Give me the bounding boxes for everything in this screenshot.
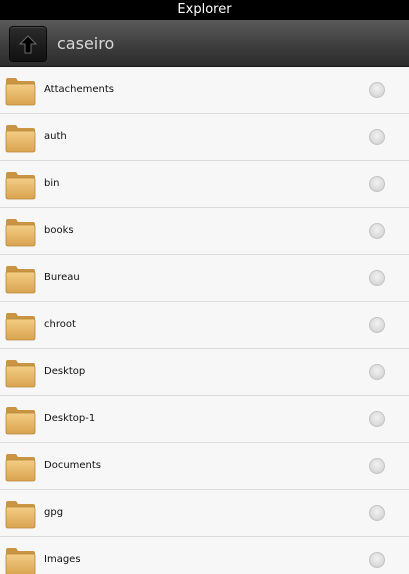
file-name: books — [44, 225, 74, 236]
file-list-item[interactable]: chroot — [0, 302, 409, 349]
file-list-item[interactable]: bin — [0, 161, 409, 208]
file-name: chroot — [44, 319, 76, 330]
file-name: auth — [44, 131, 67, 142]
file-list-item[interactable]: books — [0, 208, 409, 255]
file-name: Desktop — [44, 366, 86, 377]
path-bar: caseiro — [0, 20, 409, 67]
select-radio[interactable] — [369, 176, 385, 192]
select-radio[interactable] — [369, 129, 385, 145]
file-name: Attachements — [44, 84, 114, 95]
app-title-bar: Explorer — [0, 0, 409, 20]
current-folder-label: caseiro — [57, 34, 115, 53]
folder-icon — [5, 548, 36, 574]
file-list-item[interactable]: gpg — [0, 490, 409, 537]
file-list-item[interactable]: auth — [0, 114, 409, 161]
select-radio[interactable] — [369, 364, 385, 380]
folder-icon — [5, 360, 36, 388]
select-radio[interactable] — [369, 223, 385, 239]
select-radio[interactable] — [369, 552, 385, 568]
up-directory-button[interactable] — [9, 26, 47, 62]
select-radio[interactable] — [369, 317, 385, 333]
file-list-item[interactable]: Attachements — [0, 67, 409, 114]
folder-icon — [5, 219, 36, 247]
folder-icon — [5, 501, 36, 529]
file-list-item[interactable]: Desktop — [0, 349, 409, 396]
select-radio[interactable] — [369, 82, 385, 98]
folder-icon — [5, 313, 36, 341]
file-name: Images — [44, 554, 81, 565]
folder-icon — [5, 172, 36, 200]
select-radio[interactable] — [369, 270, 385, 286]
file-list-item[interactable]: Bureau — [0, 255, 409, 302]
select-radio[interactable] — [369, 505, 385, 521]
file-list[interactable]: Attachements auth bin books Bureau chroo… — [0, 67, 409, 574]
folder-icon — [5, 454, 36, 482]
folder-icon — [5, 266, 36, 294]
file-list-item[interactable]: Desktop-1 — [0, 396, 409, 443]
file-list-item[interactable]: Documents — [0, 443, 409, 490]
folder-icon — [5, 78, 36, 106]
folder-icon — [5, 407, 36, 435]
select-radio[interactable] — [369, 458, 385, 474]
select-radio[interactable] — [369, 411, 385, 427]
file-name: gpg — [44, 507, 64, 518]
file-name: Bureau — [44, 272, 80, 283]
file-list-item[interactable]: Images — [0, 537, 409, 574]
file-name: Desktop-1 — [44, 413, 96, 424]
folder-icon — [5, 125, 36, 153]
file-name: Documents — [44, 460, 102, 471]
arrow-up-icon — [19, 35, 37, 54]
app-title: Explorer — [177, 2, 232, 17]
file-name: bin — [44, 178, 60, 189]
